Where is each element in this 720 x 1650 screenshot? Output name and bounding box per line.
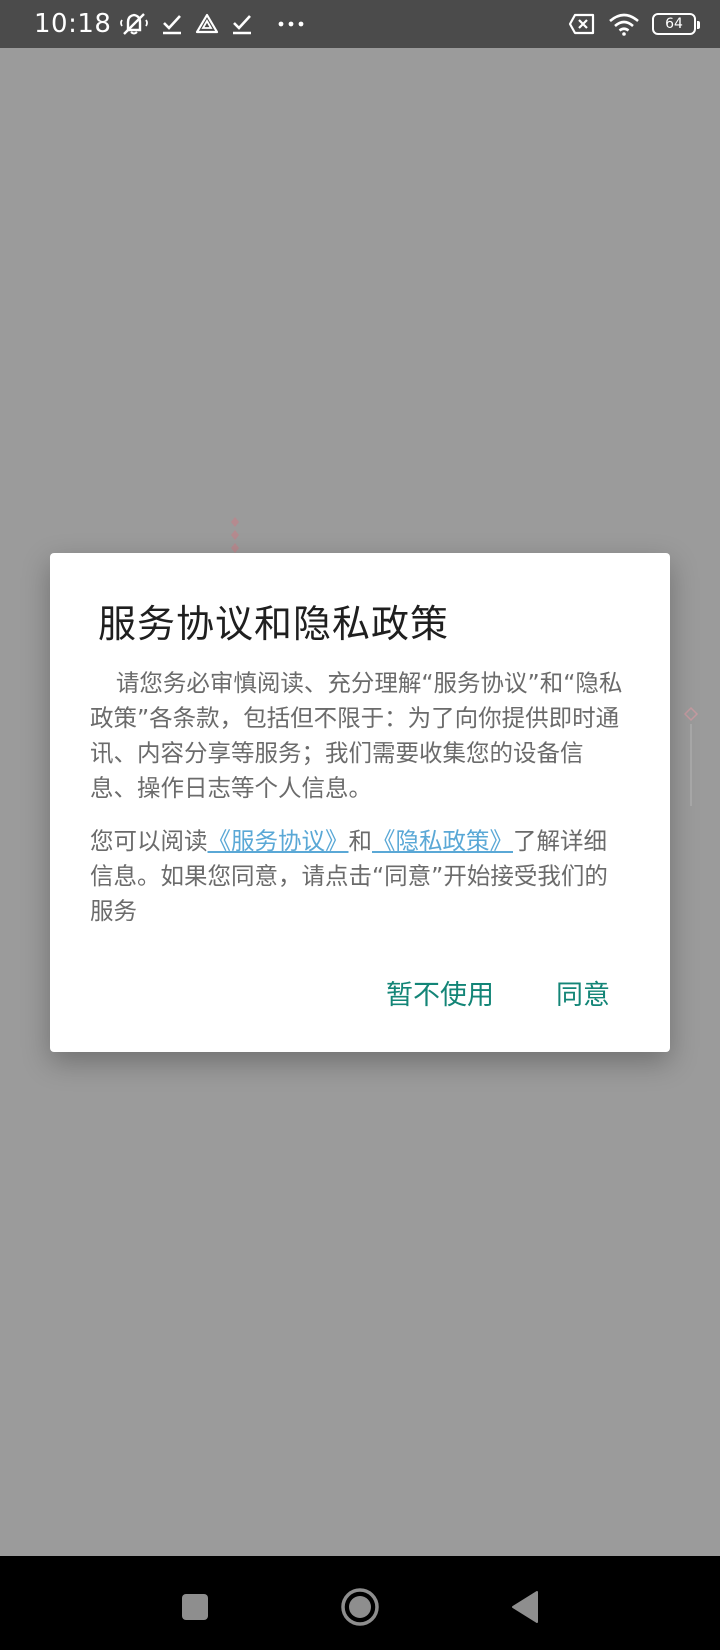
status-bar: 10:18 64 [0, 0, 720, 48]
battery-level: 64 [665, 16, 683, 32]
status-time: 10:18 [34, 9, 112, 39]
check-icon [161, 13, 183, 35]
dialog-actions: 暂不使用 同意 [386, 973, 610, 1012]
paragraph-2-conjunction: 和 [348, 827, 373, 855]
home-button[interactable] [335, 1582, 385, 1632]
recent-apps-button[interactable] [170, 1582, 220, 1632]
no-sim-icon [568, 13, 596, 35]
paragraph-2-intro: 您可以阅读 [90, 827, 208, 855]
status-notification-icons [119, 11, 305, 37]
check-icon [231, 13, 253, 35]
home-icon [341, 1588, 379, 1626]
recent-apps-icon [182, 1594, 208, 1620]
dialog-body: 请您务必审慎阅读、充分理解“服务协议”和“隐私政策”各条款，包括但不限于：为了向… [90, 666, 630, 929]
dialog-paragraph-2: 您可以阅读《服务协议》和《隐私政策》了解详细信息。如果您同意，请点击“同意”开始… [90, 824, 630, 929]
privacy-dialog: 服务协议和隐私政策 请您务必审慎阅读、充分理解“服务协议”和“隐私政策”各条款，… [50, 553, 670, 1052]
triangle-warning-icon [195, 13, 219, 35]
more-dots-icon [277, 20, 305, 28]
dialog-paragraph-1: 请您务必审慎阅读、充分理解“服务协议”和“隐私政策”各条款，包括但不限于：为了向… [90, 669, 623, 802]
back-icon [512, 1591, 538, 1623]
service-agreement-link[interactable]: 《服务协议》 [208, 827, 349, 855]
battery-icon: 64 [652, 13, 700, 35]
wifi-icon [608, 12, 640, 36]
privacy-policy-link[interactable]: 《隐私政策》 [372, 827, 513, 855]
dialog-title: 服务协议和隐私政策 [98, 602, 450, 646]
decline-button[interactable]: 暂不使用 [386, 973, 494, 1012]
muted-bell-icon [119, 11, 149, 37]
navigation-bar [0, 1556, 720, 1650]
agree-button[interactable]: 同意 [556, 973, 610, 1012]
status-system-icons: 64 [568, 12, 700, 36]
back-button[interactable] [500, 1582, 550, 1632]
